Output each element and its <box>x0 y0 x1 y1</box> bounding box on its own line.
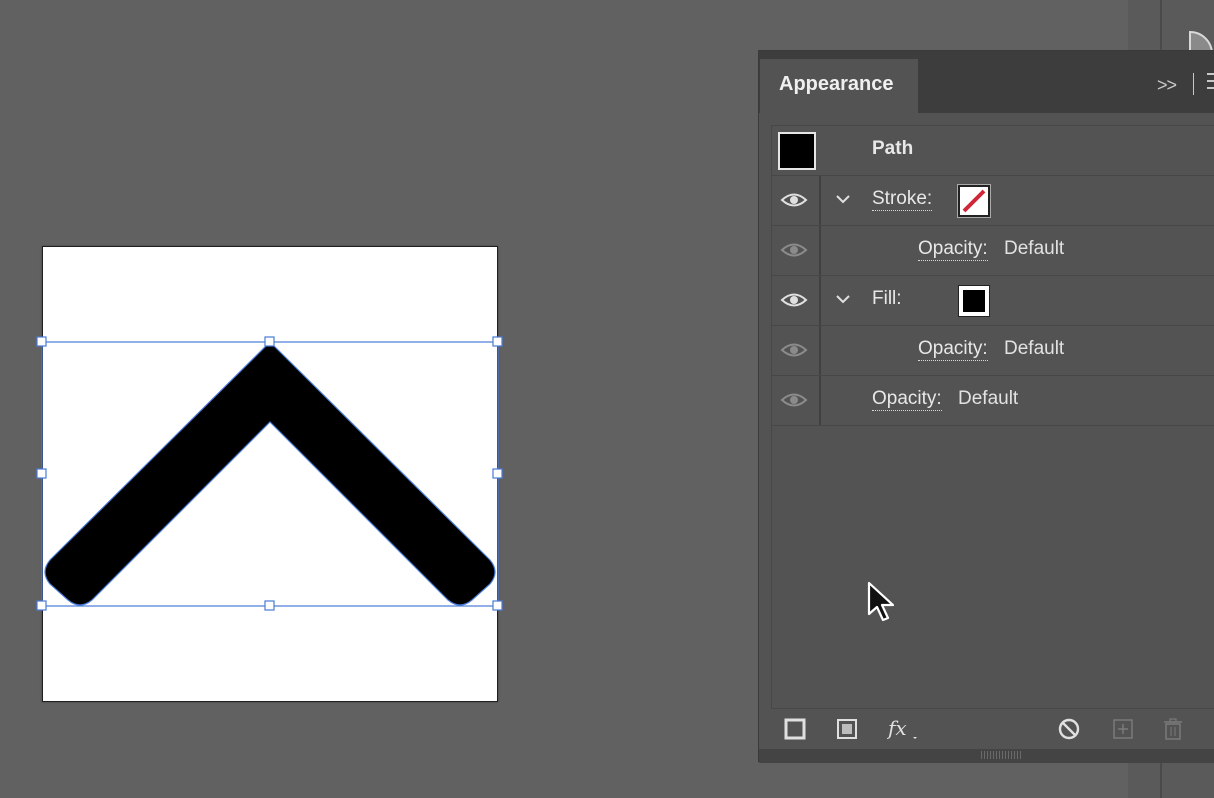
appearance-panel: Appearance >> Path Stroke: Opacity: Defa… <box>758 50 1214 763</box>
fill-visibility-toggle[interactable] <box>772 276 821 325</box>
duplicate-item-icon[interactable] <box>1111 717 1135 741</box>
appearance-row-stroke[interactable]: Stroke: <box>772 176 1214 226</box>
eye-icon <box>780 293 808 307</box>
chevron-down-icon[interactable] <box>834 290 852 308</box>
stroke-opacity-value: Default <box>1004 238 1065 259</box>
stroke-opacity-visibility-toggle[interactable] <box>772 226 821 275</box>
handle-top-right <box>492 336 503 347</box>
fill-opacity-visibility-toggle[interactable] <box>772 326 821 375</box>
appearance-row-fill[interactable]: Fill: <box>772 276 1214 326</box>
tab-separator <box>1193 73 1194 95</box>
panel-footer-toolbar: fx <box>759 711 1214 751</box>
handle-top-left <box>36 336 47 347</box>
chevron-down-icon[interactable] <box>834 190 852 208</box>
path-label: Path <box>872 138 914 159</box>
collapse-panel-icon[interactable]: >> <box>1157 75 1177 96</box>
fx-icon[interactable]: fx <box>887 717 921 741</box>
appearance-list: Path Stroke: Opacity: Default Fill: Opac… <box>771 125 1214 709</box>
delete-item-icon[interactable] <box>1161 717 1185 741</box>
appearance-row-fill-opacity[interactable]: Opacity: Default <box>772 326 1214 376</box>
handle-top-center <box>264 336 275 347</box>
resize-grip[interactable] <box>981 751 1021 759</box>
eye-icon <box>780 243 808 257</box>
svg-text:fx: fx <box>887 717 907 740</box>
opacity-label[interactable]: Opacity: <box>872 388 942 411</box>
handle-bottom-center <box>264 600 275 611</box>
add-new-stroke-icon[interactable] <box>783 717 807 741</box>
eye-icon <box>780 393 808 407</box>
tab-appearance[interactable]: Appearance <box>760 59 918 113</box>
appearance-row-opacity[interactable]: Opacity: Default <box>772 376 1214 426</box>
stroke-label[interactable]: Stroke: <box>872 188 933 211</box>
stroke-visibility-toggle[interactable] <box>772 176 821 225</box>
none-color-slash-icon <box>962 189 986 213</box>
fill-opacity-label[interactable]: Opacity: <box>918 338 988 361</box>
chevron-up-path[interactable] <box>44 341 496 606</box>
stroke-swatch[interactable] <box>958 185 990 217</box>
add-new-fill-icon[interactable] <box>835 717 859 741</box>
appearance-row-path[interactable]: Path <box>772 126 1214 176</box>
clear-appearance-icon[interactable] <box>1057 717 1081 741</box>
panel-tab-bar: Appearance >> <box>759 51 1214 113</box>
mouse-pointer-icon <box>867 581 895 622</box>
fill-swatch[interactable] <box>958 285 990 317</box>
panel-resize-bar[interactable] <box>759 749 1214 763</box>
fill-opacity-value: Default <box>1004 338 1065 359</box>
panel-menu-icon[interactable] <box>1207 73 1214 94</box>
stroke-opacity-label[interactable]: Opacity: <box>918 238 988 261</box>
path-thumbnail <box>778 132 816 170</box>
handle-middle-right <box>492 468 503 479</box>
handle-middle-left <box>36 468 47 479</box>
eye-icon <box>780 343 808 357</box>
opacity-visibility-toggle[interactable] <box>772 376 821 425</box>
eye-icon <box>780 193 808 207</box>
handle-bottom-right <box>492 600 503 611</box>
handle-bottom-left <box>36 600 47 611</box>
appearance-row-stroke-opacity[interactable]: Opacity: Default <box>772 226 1214 276</box>
opacity-value: Default <box>958 388 1019 409</box>
fill-label[interactable]: Fill: <box>872 288 902 310</box>
